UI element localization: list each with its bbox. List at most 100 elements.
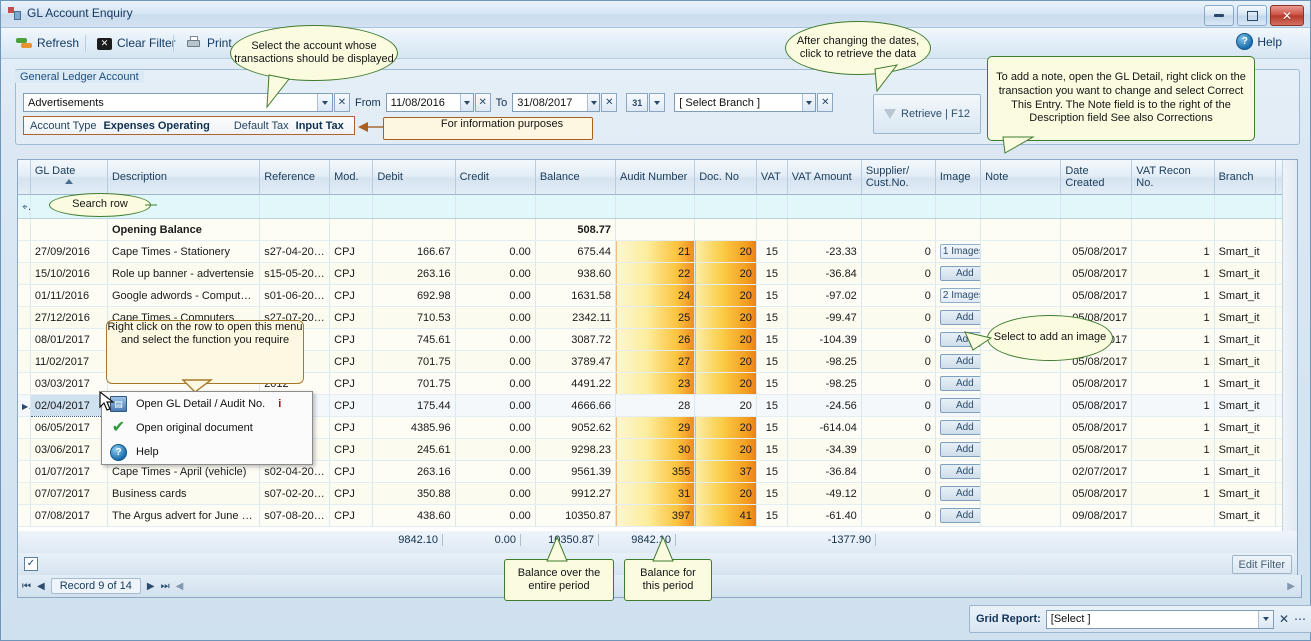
nav-expand-button[interactable]: ▶	[1287, 581, 1295, 592]
search-cell-mod[interactable]	[330, 195, 373, 219]
first-record-button[interactable]: ⏮	[22, 581, 31, 592]
search-row[interactable]: ⌖	[18, 195, 1295, 219]
close-button[interactable]: ✕	[1270, 5, 1304, 26]
add-image-button[interactable]: Add	[940, 486, 981, 501]
search-cell-recon[interactable]	[1132, 195, 1214, 219]
branch-dropdown-arrow[interactable]	[802, 94, 816, 111]
add-image-button[interactable]: Add	[940, 398, 981, 413]
table-row[interactable]: 07/08/2017The Argus advert for June …s07…	[18, 505, 1295, 527]
add-image-button[interactable]: Add	[940, 420, 981, 435]
minimize-button[interactable]	[1204, 5, 1234, 26]
context-menu-item-open-gl-detail[interactable]: ▤ Open GL Detail / Audit No. i	[102, 392, 312, 416]
cell-image[interactable]: Add	[935, 395, 980, 417]
grid-report-combo[interactable]	[1046, 610, 1274, 629]
append-record-button[interactable]: ◀	[176, 581, 184, 592]
header-credit[interactable]: Credit	[455, 160, 535, 195]
cell-image[interactable]: Add	[935, 417, 980, 439]
search-cell-credit[interactable]	[455, 195, 535, 219]
add-image-button[interactable]: Add	[940, 442, 981, 457]
to-date-field[interactable]	[512, 93, 600, 112]
search-cell-reference[interactable]	[260, 195, 330, 219]
edit-filter-button[interactable]: Edit Filter	[1232, 555, 1292, 574]
to-date-input[interactable]	[513, 94, 587, 111]
header-audit-number[interactable]: Audit Number	[616, 160, 695, 195]
calendar-icon[interactable]: 31	[626, 93, 648, 112]
add-image-button[interactable]: Add	[940, 508, 981, 523]
context-menu-item-help[interactable]: ? Help	[102, 440, 312, 464]
table-row[interactable]: 07/07/2017Business cardss07-02-2013CPJ35…	[18, 483, 1295, 505]
branch-input[interactable]	[675, 94, 801, 111]
grid-report-dropdown-arrow[interactable]	[1258, 611, 1273, 628]
table-row[interactable]: 01/11/2016Google adwords - Compute…s01-0…	[18, 285, 1295, 307]
add-image-button[interactable]: Add	[940, 376, 981, 391]
last-record-button[interactable]: ⏭	[161, 581, 170, 592]
grid-report-options-button[interactable]: ⋯	[1294, 612, 1306, 626]
search-cell-created[interactable]	[1061, 195, 1132, 219]
table-row[interactable]: 15/10/2016Role up banner - advertensies1…	[18, 263, 1295, 285]
header-vat-amount[interactable]: VAT Amount	[787, 160, 861, 195]
search-cell-vat-amount[interactable]	[787, 195, 861, 219]
help-button[interactable]: ? Help	[1236, 33, 1282, 50]
branch-clear-button[interactable]: ✕	[817, 93, 833, 112]
cell-image[interactable]: Add	[935, 483, 980, 505]
context-menu-item-open-original-document[interactable]: ✔ Open original document	[102, 416, 312, 440]
refresh-button[interactable]: Refresh	[11, 32, 84, 54]
table-row[interactable]: 27/09/2016Cape Times - Stationerys27-04-…	[18, 241, 1295, 263]
search-cell-vat[interactable]	[756, 195, 787, 219]
cell-image[interactable]: Add	[935, 307, 980, 329]
previous-record-button[interactable]: ◀	[37, 581, 45, 592]
cell-image[interactable]: Add	[935, 373, 980, 395]
next-record-button[interactable]: ▶	[147, 581, 155, 592]
header-supplier-cust-no[interactable]: Supplier/ Cust.No.	[861, 160, 935, 195]
add-image-button[interactable]: Add	[940, 464, 981, 479]
cell-image[interactable]: Add	[935, 505, 980, 527]
maximize-button[interactable]	[1237, 5, 1267, 26]
header-mod[interactable]: Mod.	[330, 160, 373, 195]
retrieve-button[interactable]: Retrieve | F12	[873, 94, 981, 134]
clear-filter-button[interactable]: ✕ Clear Filter	[92, 32, 181, 54]
header-gl-date[interactable]: GL Date	[30, 160, 107, 195]
row-context-menu[interactable]: ▤ Open GL Detail / Audit No. i ✔ Open or…	[101, 391, 313, 465]
view-images-button[interactable]: 2 Images	[940, 288, 981, 303]
cell-image[interactable]: Add	[935, 439, 980, 461]
header-image[interactable]: Image	[935, 160, 980, 195]
search-cell-audit[interactable]	[616, 195, 695, 219]
account-dropdown-arrow[interactable]	[317, 94, 332, 111]
header-description[interactable]: Description	[107, 160, 259, 195]
search-cell-balance[interactable]	[535, 195, 615, 219]
from-date-dropdown-arrow[interactable]	[460, 94, 472, 111]
add-image-button[interactable]: Add	[940, 266, 981, 281]
print-button[interactable]: Print	[181, 32, 237, 54]
branch-combo[interactable]	[674, 93, 816, 112]
cell-image[interactable]: 1 Images	[935, 241, 980, 263]
header-debit[interactable]: Debit	[373, 160, 455, 195]
grid-report-input[interactable]	[1047, 611, 1259, 628]
header-vat-recon-no[interactable]: VAT Recon No.	[1132, 160, 1214, 195]
calendar-dropdown-arrow[interactable]	[649, 93, 665, 112]
search-cell-note[interactable]	[981, 195, 1061, 219]
from-date-input[interactable]	[387, 94, 461, 111]
cell-image[interactable]: 2 Images	[935, 285, 980, 307]
search-cell-image[interactable]	[935, 195, 980, 219]
from-date-clear-button[interactable]: ✕	[475, 93, 491, 112]
cell-image[interactable]: Add	[935, 461, 980, 483]
header-doc-no[interactable]: Doc. No	[695, 160, 757, 195]
add-image-button[interactable]: Add	[940, 354, 981, 369]
header-reference[interactable]: Reference	[260, 160, 330, 195]
cell-image[interactable]: Add	[935, 263, 980, 285]
search-cell-doc[interactable]	[695, 195, 757, 219]
search-cell-supplier[interactable]	[861, 195, 935, 219]
account-clear-button[interactable]: ✕	[334, 93, 350, 112]
header-date-created[interactable]: Date Created	[1061, 160, 1132, 195]
search-cell-debit[interactable]	[373, 195, 455, 219]
header-branch[interactable]: Branch	[1214, 160, 1276, 195]
header-balance[interactable]: Balance	[535, 160, 615, 195]
view-images-button[interactable]: 1 Images	[940, 244, 981, 259]
header-note[interactable]: Note	[981, 160, 1061, 195]
to-date-clear-button[interactable]: ✕	[601, 93, 617, 112]
filter-enabled-checkbox[interactable]: ✓	[24, 557, 38, 571]
grid-vertical-scrollbar[interactable]	[1282, 160, 1297, 532]
header-vat[interactable]: VAT	[756, 160, 787, 195]
grid-report-clear-button[interactable]: ✕	[1279, 612, 1289, 626]
add-image-button[interactable]: Add	[940, 310, 981, 325]
